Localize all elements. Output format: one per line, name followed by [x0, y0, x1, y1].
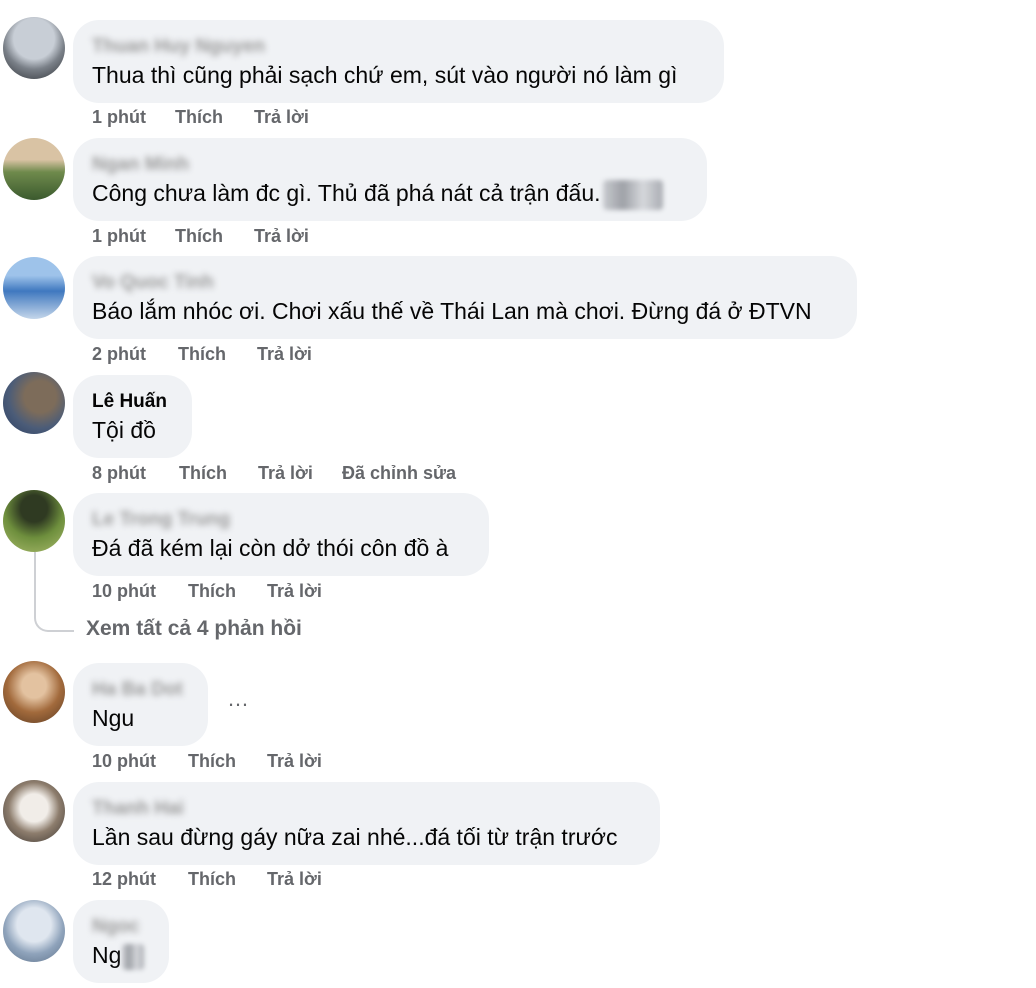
comment-bubble: Ngoc Ng: [73, 900, 169, 983]
like-link[interactable]: Thích: [175, 107, 223, 128]
reply-thread-line: [34, 552, 74, 632]
commenter-name-redacted[interactable]: Thanh Hai: [92, 798, 184, 820]
reply-link[interactable]: Trả lời: [258, 463, 313, 484]
reply-link[interactable]: Trả lời: [257, 344, 312, 365]
comment-bubble: Thuan Huy Nguyen Thua thì cũng phải sạch…: [73, 20, 724, 103]
comment-text: Ng: [92, 942, 145, 970]
reply-link[interactable]: Trả lời: [267, 581, 322, 602]
commenter-name-redacted[interactable]: Ngoc: [92, 916, 140, 938]
comment-text-content: Ng: [92, 942, 122, 968]
comment-text: Báo lắm nhóc ơi. Chơi xấu thế về Thái La…: [92, 298, 812, 324]
avatar[interactable]: [3, 17, 65, 79]
view-all-replies-link[interactable]: Xem tất cả 4 phản hồi: [86, 617, 302, 641]
comment-time[interactable]: 8 phút: [92, 463, 146, 484]
comment-time[interactable]: 10 phút: [92, 581, 156, 602]
comment-text: Lần sau đừng gáy nữa zai nhé...đá tối từ…: [92, 824, 618, 850]
censored-emoji: [602, 180, 663, 210]
reply-link[interactable]: Trả lời: [254, 107, 309, 128]
commenter-name-redacted[interactable]: Vo Quoc Tinh: [92, 272, 214, 294]
like-link[interactable]: Thích: [175, 226, 223, 247]
comment-time[interactable]: 10 phút: [92, 751, 156, 772]
comment-text-content: Công chưa làm đc gì. Thủ đã phá nát cả t…: [92, 180, 601, 207]
reply-link[interactable]: Trả lời: [267, 869, 322, 890]
like-link[interactable]: Thích: [179, 463, 227, 484]
comment-text: Ngu: [92, 705, 135, 731]
avatar[interactable]: [3, 900, 65, 962]
avatar[interactable]: [3, 780, 65, 842]
comment-bubble: Ha Ba Dot Ngu: [73, 663, 208, 746]
comment-time[interactable]: 12 phút: [92, 869, 156, 890]
commenter-name[interactable]: Lê Huấn: [92, 391, 167, 413]
commenter-name-redacted[interactable]: Le Trong Trung: [92, 509, 230, 531]
comment-bubble: Vo Quoc Tinh Báo lắm nhóc ơi. Chơi xấu t…: [73, 256, 857, 339]
avatar[interactable]: [3, 661, 65, 723]
comment-bubble: Le Trong Trung Đá đã kém lại còn dở thói…: [73, 493, 489, 576]
comment-bubble: Thanh Hai Lần sau đừng gáy nữa zai nhé..…: [73, 782, 660, 865]
censored-text: [122, 943, 145, 970]
commenter-name-redacted[interactable]: Thuan Huy Nguyen: [92, 36, 265, 58]
comment-bubble: Ngan Minh Công chưa làm đc gì. Thủ đã ph…: [73, 138, 707, 221]
comment-bubble: Lê Huấn Tội đồ: [73, 375, 192, 458]
reply-link[interactable]: Trả lời: [267, 751, 322, 772]
edited-label[interactable]: Đã chỉnh sửa: [342, 463, 456, 484]
comment-text: Đá đã kém lại còn dở thói côn đồ à: [92, 535, 449, 561]
avatar[interactable]: [3, 138, 65, 200]
like-link[interactable]: Thích: [178, 344, 226, 365]
like-link[interactable]: Thích: [188, 751, 236, 772]
commenter-name-redacted[interactable]: Ngan Minh: [92, 154, 189, 176]
more-options-icon[interactable]: …: [227, 686, 250, 712]
comment-time[interactable]: 1 phút: [92, 226, 146, 247]
avatar[interactable]: [3, 257, 65, 319]
comment-text: Tội đồ: [92, 417, 156, 443]
comment-time[interactable]: 1 phút: [92, 107, 146, 128]
like-link[interactable]: Thích: [188, 869, 236, 890]
like-link[interactable]: Thích: [188, 581, 236, 602]
avatar[interactable]: [3, 372, 65, 434]
commenter-name-redacted[interactable]: Ha Ba Dot: [92, 679, 183, 701]
reply-link[interactable]: Trả lời: [254, 226, 309, 247]
comment-time[interactable]: 2 phút: [92, 344, 146, 365]
comment-text: Công chưa làm đc gì. Thủ đã phá nát cả t…: [92, 180, 663, 210]
comment-text: Thua thì cũng phải sạch chứ em, sút vào …: [92, 62, 678, 88]
avatar[interactable]: [3, 490, 65, 552]
